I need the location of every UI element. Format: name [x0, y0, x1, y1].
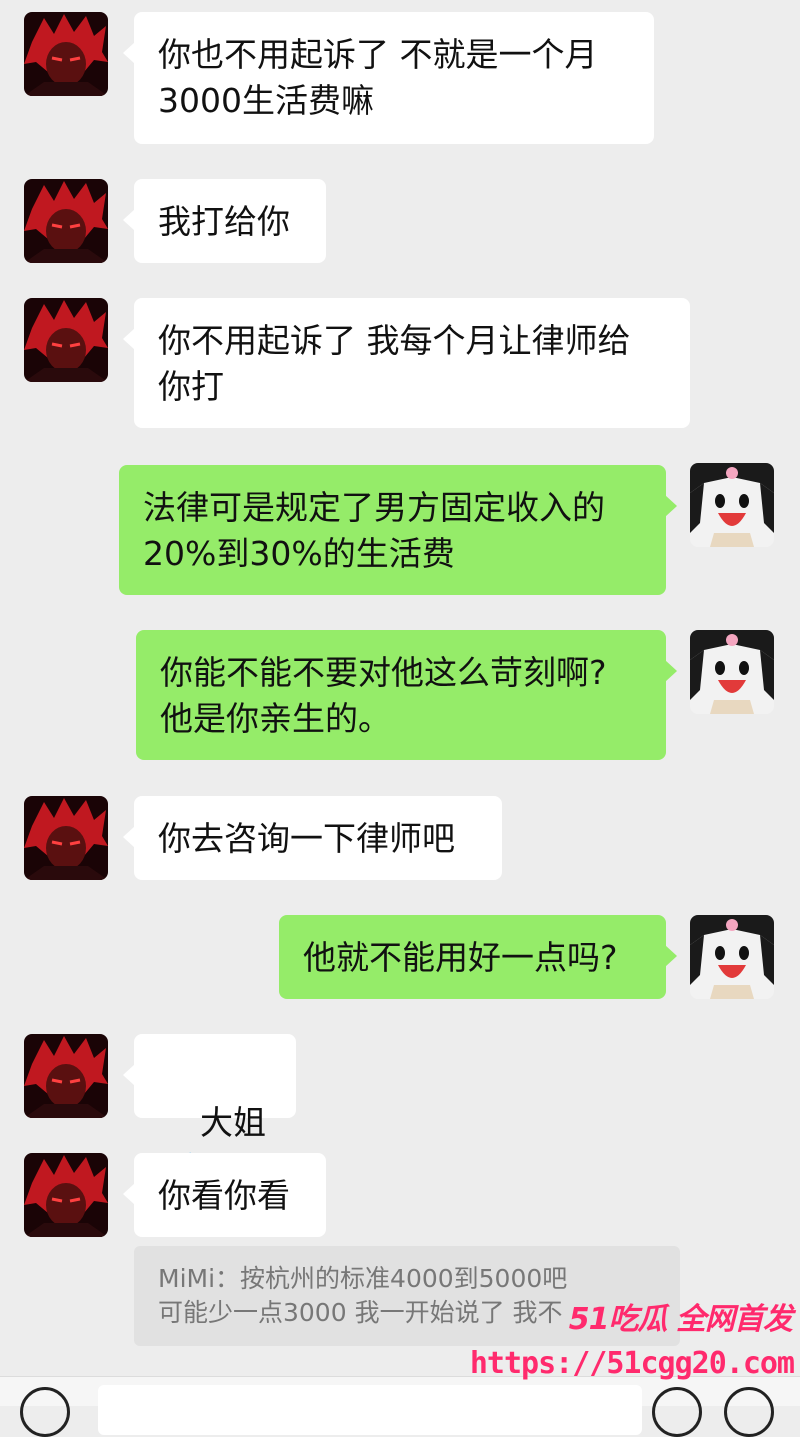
watermark-url: https://51cgg20.com [469, 1346, 795, 1381]
red-hair-character-avatar-icon [24, 1153, 108, 1237]
contact-avatar[interactable] [24, 298, 108, 382]
red-hair-character-avatar-icon [24, 796, 108, 880]
contact-avatar[interactable] [24, 1153, 108, 1237]
incoming-message-bubble[interactable]: 你不用起诉了 我每个月让律师给 你打 [123, 298, 690, 428]
my-avatar[interactable] [690, 915, 774, 999]
incoming-message-bubble[interactable]: 大姐 [123, 1034, 296, 1186]
incoming-message-bubble[interactable]: 我打给你 [123, 179, 326, 263]
outgoing-message-bubble[interactable]: 你能不能不要对他这么苛刻啊? 他是你亲生的。 [136, 630, 677, 760]
kuromi-avatar-icon [690, 915, 774, 999]
red-hair-character-avatar-icon [24, 1034, 108, 1118]
contact-avatar[interactable] [24, 796, 108, 880]
message-text: 大姐 [199, 1103, 266, 1142]
outgoing-message-bubble[interactable]: 他就不能用好一点吗? [279, 915, 677, 999]
red-hair-character-avatar-icon [24, 12, 108, 96]
contact-avatar[interactable] [24, 12, 108, 96]
watermark: 51吃瓜 全网首发 https://51cgg20.com [470, 1290, 800, 1405]
kuromi-avatar-icon [690, 630, 774, 714]
red-hair-character-avatar-icon [24, 179, 108, 263]
incoming-message-bubble[interactable]: 你看你看 [123, 1153, 326, 1237]
kuromi-avatar-icon [690, 463, 774, 547]
incoming-message-bubble[interactable]: 你也不用起诉了 不就是一个月 3000生活费嘛 [123, 12, 654, 144]
contact-avatar[interactable] [24, 1034, 108, 1118]
watermark-brand: 51吃瓜 全网首发 [568, 1302, 793, 1337]
outgoing-message-bubble[interactable]: 法律可是规定了男方固定收入的 20%到30%的生活费 [119, 465, 677, 595]
incoming-message-bubble[interactable]: 你去咨询一下律师吧 [123, 796, 502, 880]
voice-input-button[interactable] [20, 1387, 70, 1437]
contact-avatar[interactable] [24, 179, 108, 263]
red-hair-character-avatar-icon [24, 298, 108, 382]
my-avatar[interactable] [690, 630, 774, 714]
my-avatar[interactable] [690, 463, 774, 547]
